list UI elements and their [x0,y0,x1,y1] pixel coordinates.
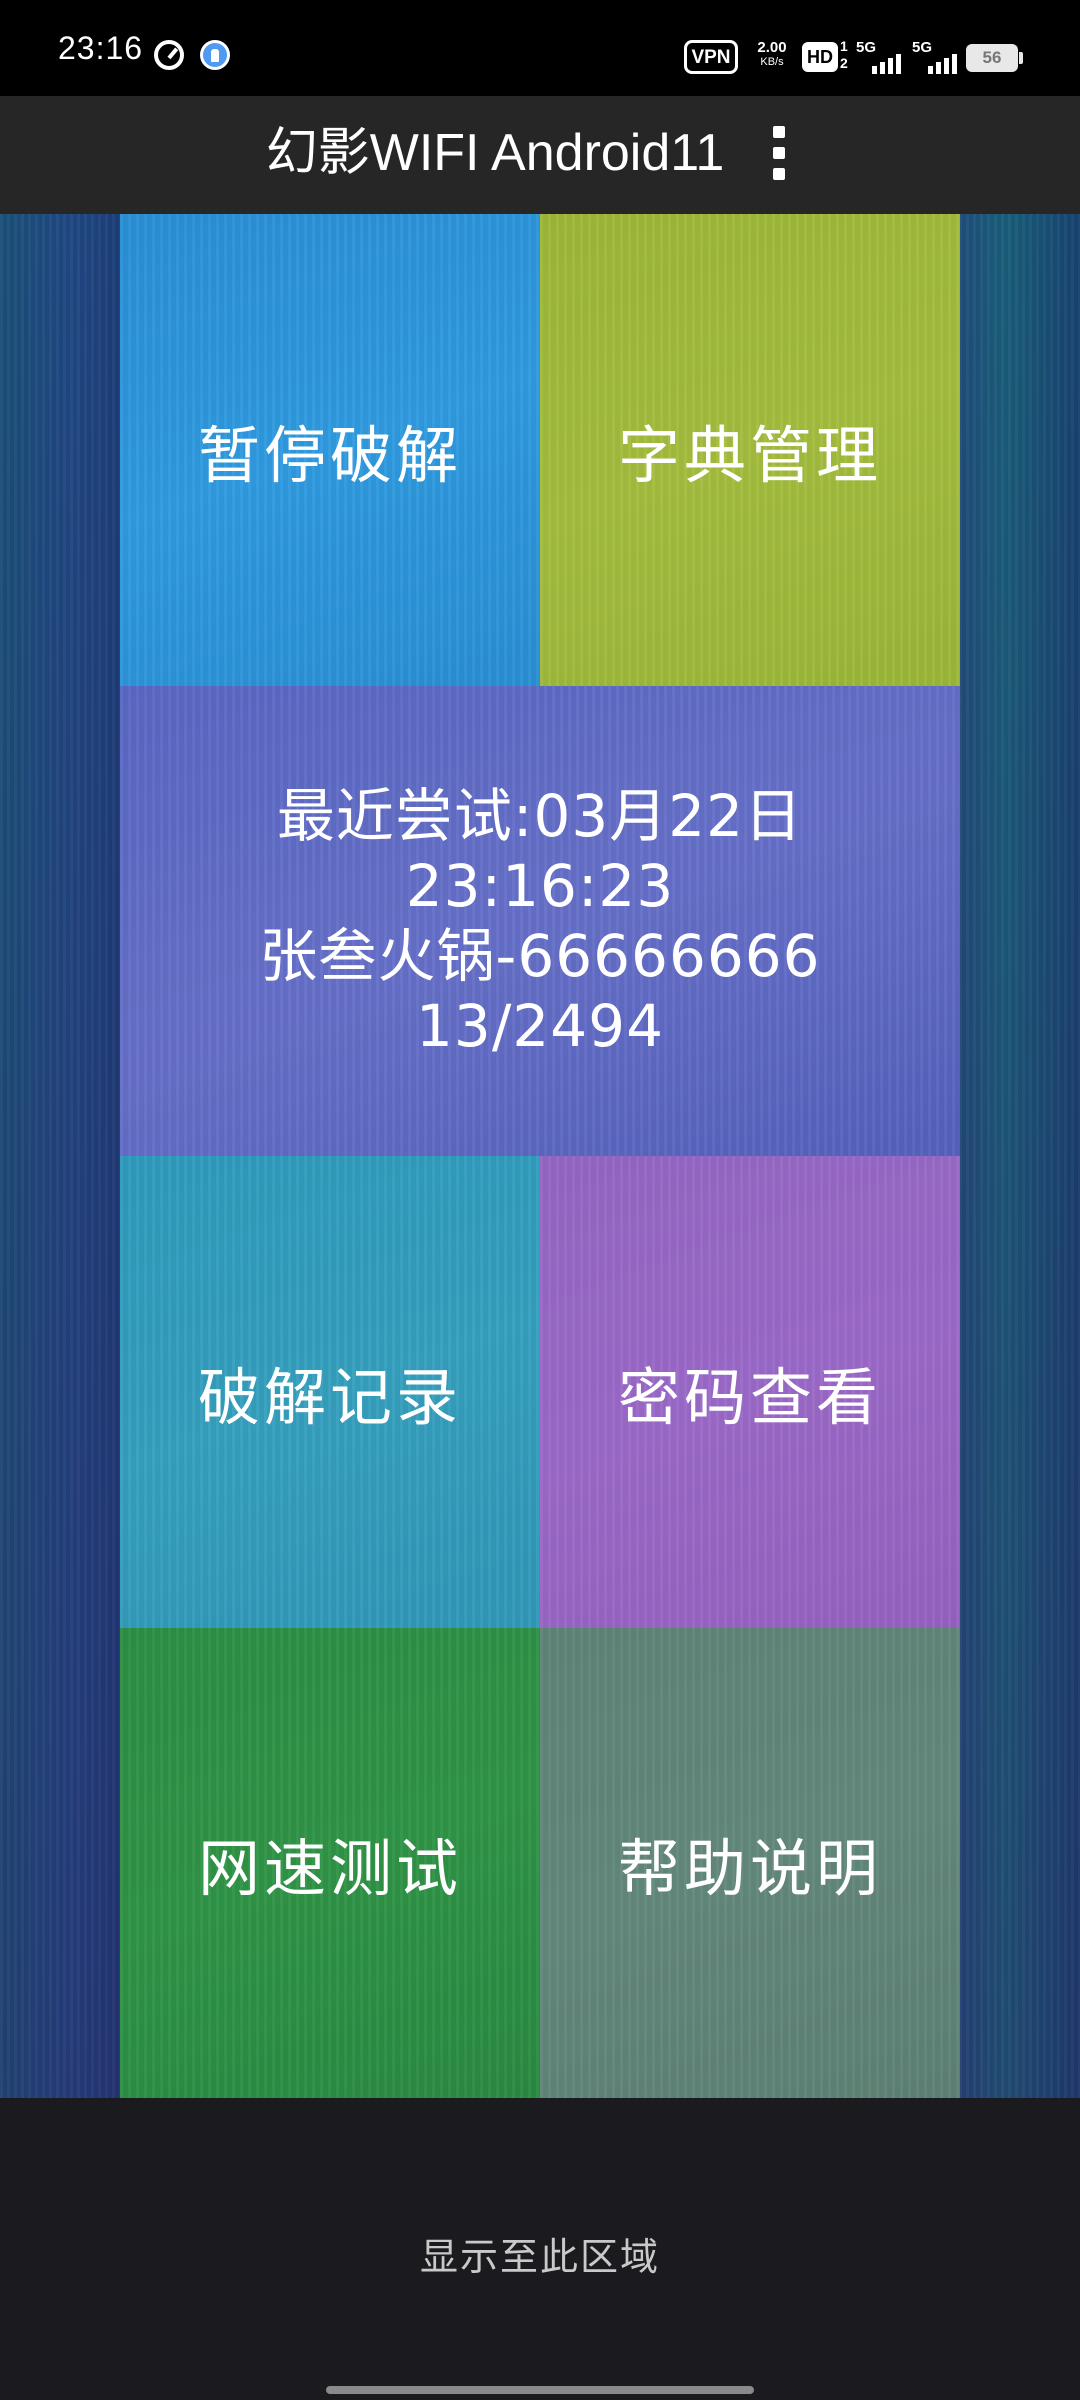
speed-test-button[interactable]: 网速测试 [120,1628,540,2098]
help-label: 帮助说明 [617,1832,882,1905]
home-indicator[interactable] [326,2386,754,2394]
status-time: 23:16 [58,30,144,66]
status-bar: 23:16 VPN 2.00 KB/s HD 1 2 5G 5G 56 [0,0,1080,96]
sim-slot-indicator: 1 2 [840,38,848,72]
recent-attempt-network: 张叁火锅-66666666 [259,922,821,990]
pause-crack-label: 暂停破解 [197,419,462,492]
footer-area: 显示至此区域 [0,2098,1080,2400]
dictionary-manage-button[interactable]: 字典管理 [540,214,960,686]
battery-icon: 56 [966,44,1018,72]
app-title-bar: 幻影WIFI Android11 [0,96,1080,214]
recent-attempt-time: 23:16:23 [405,852,675,920]
app-title: 幻影WIFI Android11 [265,124,725,182]
speedometer-icon [154,40,184,70]
recent-attempt-panel[interactable]: 最近尝试:03月22日 23:16:23 张叁火锅-66666666 13/24… [120,686,960,1156]
sim-slot-1: 1 [840,38,848,54]
app-notification-icon [200,40,230,70]
signal-5g-icon: 5G [856,40,902,76]
signal-5g-icon: 5G [912,40,958,76]
hd-voice-icon: HD [802,42,838,72]
signal-2-label: 5G [912,39,933,56]
network-speed-unit: KB/s [760,56,784,68]
crack-records-label: 破解记录 [197,1361,462,1434]
vpn-badge: VPN [684,40,738,74]
sim-slot-2: 2 [840,55,848,71]
password-view-label: 密码查看 [617,1361,882,1434]
recent-attempt-progress: 13/2494 [416,992,664,1060]
network-speed: 2.00 KB/s [754,40,790,68]
help-button[interactable]: 帮助说明 [540,1628,960,2098]
dictionary-manage-label: 字典管理 [617,419,882,492]
footer-text: 显示至此区域 [419,2235,660,2279]
password-view-button[interactable]: 密码查看 [540,1156,960,1628]
recent-attempt-text: 最近尝试:03月22日 23:16:23 张叁火锅-66666666 13/24… [259,781,820,1061]
battery-tip [1019,52,1023,64]
speed-test-label: 网速测试 [197,1832,462,1905]
crack-records-button[interactable]: 破解记录 [120,1156,540,1628]
network-speed-value: 2.00 [757,39,787,56]
signal-1-label: 5G [856,39,877,56]
overflow-menu-icon[interactable] [764,124,794,184]
pause-crack-button[interactable]: 暂停破解 [120,214,540,686]
recent-attempt-date: 最近尝试:03月22日 [276,782,804,850]
